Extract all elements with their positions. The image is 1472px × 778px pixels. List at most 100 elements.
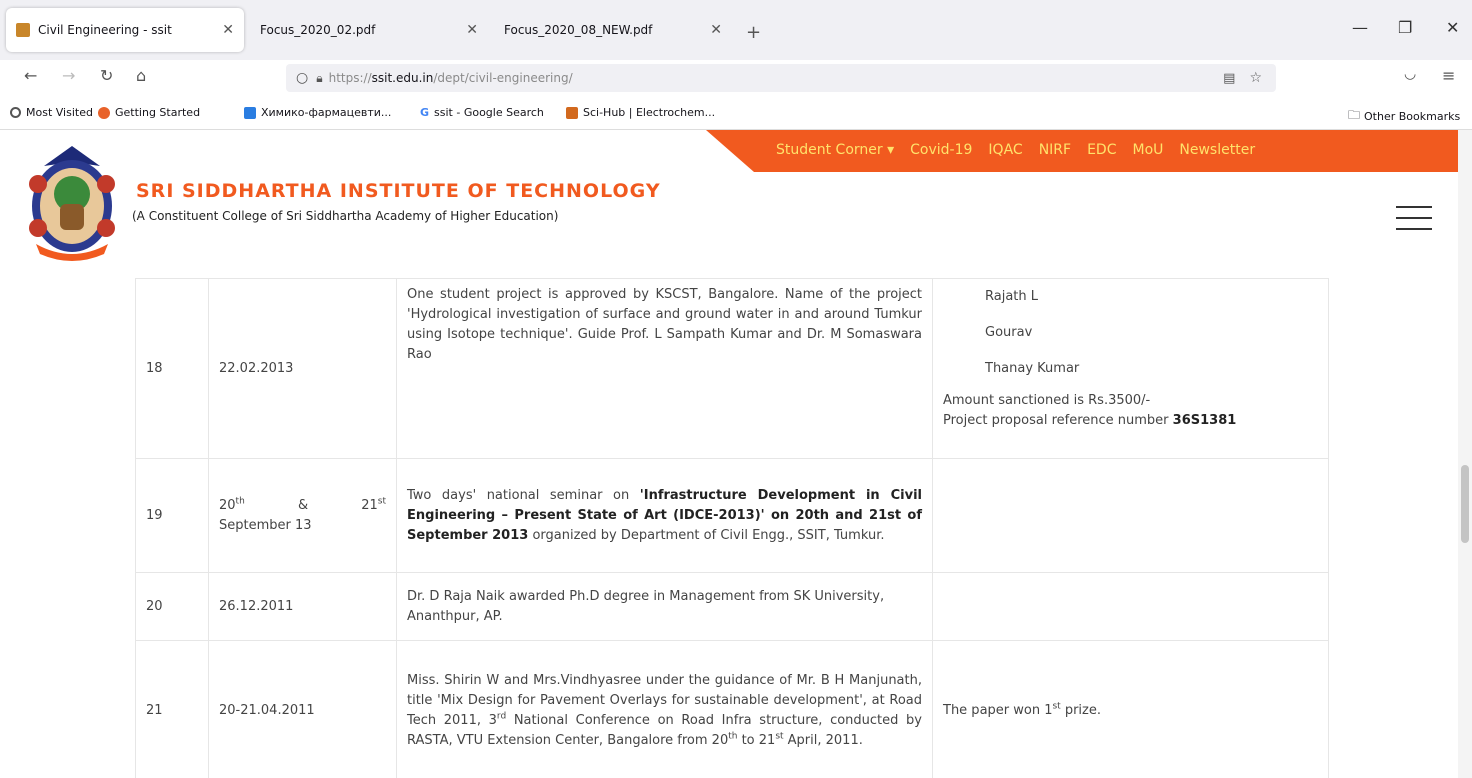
lock-icon[interactable]: 🔒︎: [316, 71, 322, 86]
firefox-icon: [98, 106, 110, 119]
seminar-organizer: organized by Department of Civil Engg., …: [528, 527, 885, 543]
table-row: 19 20th & 21st September 13 Two days' na…: [135, 458, 1329, 573]
hamburger-menu-icon[interactable]: [1396, 206, 1432, 232]
paper-text: to 21: [737, 732, 776, 748]
row-remarks: [932, 572, 1329, 641]
forward-icon[interactable]: →: [62, 66, 75, 85]
student-names: Rajath L Gourav Thanay Kumar: [943, 279, 1318, 387]
sci-hub-icon: [566, 106, 578, 119]
reference-number: 36S1381: [1172, 413, 1237, 428]
home-icon[interactable]: ⌂: [136, 66, 146, 85]
row-description: Miss. Shirin W and Mrs.Vindhyasree under…: [396, 640, 933, 778]
navigation-toolbar: ← → ↻ ⌂ ○ 🔒︎ https:// ssit.edu.in /dept/…: [0, 60, 1472, 96]
seminar-intro: Two days' national seminar on: [407, 487, 640, 503]
institute-name[interactable]: SRI SIDDHARTHA INSTITUTE OF TECHNOLOGY: [136, 180, 661, 202]
page-scrollbar[interactable]: [1458, 130, 1472, 778]
bookmark-most-visited[interactable]: Most Visited: [10, 106, 93, 119]
institute-logo[interactable]: [22, 144, 122, 262]
result-text: The paper won 1: [943, 702, 1053, 718]
url-host: ssit.edu.in: [371, 71, 434, 85]
minimize-icon[interactable]: —: [1352, 18, 1368, 37]
row-remarks: [932, 458, 1329, 573]
student-name: Rajath L: [985, 289, 1039, 304]
bookmark-sci-hub[interactable]: Sci-Hub | Electrochem...: [566, 106, 715, 119]
bookmark-getting-started[interactable]: Getting Started: [98, 106, 200, 119]
close-tab-icon[interactable]: ✕: [222, 22, 234, 38]
bookmark-khimiko[interactable]: Химико-фармацевти...: [244, 106, 391, 119]
row-date: 20-21.04.2011: [208, 640, 397, 778]
tab-civil-engineering[interactable]: Civil Engineering - ssit ✕: [6, 8, 244, 52]
web-page: Student Corner ▾ Covid-19 IQAC NIRF EDC …: [0, 130, 1458, 778]
restore-icon[interactable]: ❐: [1398, 18, 1412, 37]
bookmark-label: Химико-фармацевти...: [261, 106, 392, 119]
menu-icon[interactable]: ≡: [1442, 66, 1455, 85]
url-path: /dept/civil-engineering/: [433, 71, 573, 85]
folder-icon: 🗀︎: [1348, 108, 1361, 122]
nav-nirf[interactable]: NIRF: [1039, 142, 1071, 158]
bookmark-label: Getting Started: [115, 106, 201, 119]
row-date: 26.12.2011: [208, 572, 397, 641]
table-row: 18 22.02.2013 One student project is app…: [135, 278, 1329, 459]
result-text: prize.: [1060, 702, 1101, 718]
table-row: 21 20-21.04.2011 Miss. Shirin W and Mrs.…: [135, 640, 1329, 778]
amount-sanctioned: Amount sanctioned is Rs.3500/-: [943, 393, 1151, 408]
row-number: 18: [135, 278, 209, 459]
reference-label: Project proposal reference number: [943, 413, 1169, 428]
row-description: One student project is approved by KSCST…: [396, 278, 933, 459]
nav-edc[interactable]: EDC: [1087, 142, 1116, 158]
date-start-suffix: th: [235, 496, 245, 507]
ordinal-suffix: st: [775, 731, 784, 742]
new-tab-icon[interactable]: +: [746, 22, 761, 43]
nav-mou[interactable]: MoU: [1132, 142, 1163, 158]
url-scheme: https://: [328, 71, 372, 85]
other-bookmarks[interactable]: 🗀︎ Other Bookmarks: [1348, 106, 1460, 127]
pocket-icon[interactable]: ◡: [1404, 66, 1416, 82]
institute-subtitle: (A Constituent College of Sri Siddhartha…: [132, 209, 559, 223]
bookmarks-toolbar: Most Visited Getting Started Химико-фарм…: [0, 96, 1472, 130]
reload-icon[interactable]: ↻: [100, 66, 113, 85]
tab-title: Focus_2020_08_NEW.pdf: [504, 23, 653, 37]
tab-focus-2020-08[interactable]: Focus_2020_08_NEW.pdf ✕: [494, 8, 732, 52]
reader-view-icon[interactable]: ▤: [1223, 71, 1235, 86]
gear-icon: [10, 107, 21, 118]
row-number: 21: [135, 640, 209, 778]
google-icon: G: [420, 106, 430, 119]
paper-text: April, 2011.: [783, 732, 863, 748]
bookmark-star-icon[interactable]: ☆: [1249, 70, 1262, 86]
scrollbar-thumb[interactable]: [1461, 465, 1469, 543]
close-tab-icon[interactable]: ✕: [710, 22, 722, 38]
student-name: Gourav: [985, 325, 1033, 340]
row-number: 19: [135, 458, 209, 573]
row-remarks: The paper won 1st prize.: [932, 640, 1329, 778]
date-end-suffix: st: [377, 496, 386, 507]
bookmark-label: ssit - Google Search: [434, 106, 544, 119]
ordinal-suffix: st: [1052, 701, 1061, 712]
nav-newsletter[interactable]: Newsletter: [1179, 142, 1255, 158]
nav-iqac[interactable]: IQAC: [988, 142, 1022, 158]
close-window-icon[interactable]: ✕: [1446, 18, 1459, 37]
date-end: 21: [361, 497, 378, 513]
student-name: Thanay Kumar: [985, 361, 1080, 376]
row-number: 20: [135, 572, 209, 641]
tab-strip: Civil Engineering - ssit ✕ Focus_2020_02…: [0, 0, 1472, 60]
top-nav: Student Corner ▾ Covid-19 IQAC NIRF EDC …: [776, 142, 1255, 158]
ordinal-suffix: rd: [496, 711, 507, 722]
bookmark-google-search[interactable]: G ssit - Google Search: [420, 106, 544, 119]
row-date: 22.02.2013: [208, 278, 397, 459]
row-description: Two days' national seminar on 'Infrastru…: [396, 458, 933, 573]
nav-covid-19[interactable]: Covid-19: [910, 142, 972, 158]
date-month: September 13: [219, 517, 312, 533]
close-tab-icon[interactable]: ✕: [466, 22, 478, 38]
address-bar[interactable]: ○ 🔒︎ https:// ssit.edu.in /dept/civil-en…: [286, 64, 1276, 92]
row-remarks: Rajath L Gourav Thanay Kumar Amount sanc…: [932, 278, 1329, 459]
achievements-table: 18 22.02.2013 One student project is app…: [135, 278, 1329, 778]
bookmark-label: Sci-Hub | Electrochem...: [583, 106, 716, 119]
nav-student-corner[interactable]: Student Corner ▾: [776, 142, 894, 158]
tab-title: Civil Engineering - ssit: [38, 23, 172, 37]
date-ampersand: &: [297, 497, 309, 513]
table-row: 20 26.12.2011 Dr. D Raja Naik awarded Ph…: [135, 572, 1329, 641]
tab-focus-2020-02[interactable]: Focus_2020_02.pdf ✕: [250, 8, 488, 52]
back-icon[interactable]: ←: [24, 66, 37, 85]
tracking-shield-icon[interactable]: ○: [296, 70, 308, 86]
bookmark-label: Most Visited: [26, 106, 93, 119]
